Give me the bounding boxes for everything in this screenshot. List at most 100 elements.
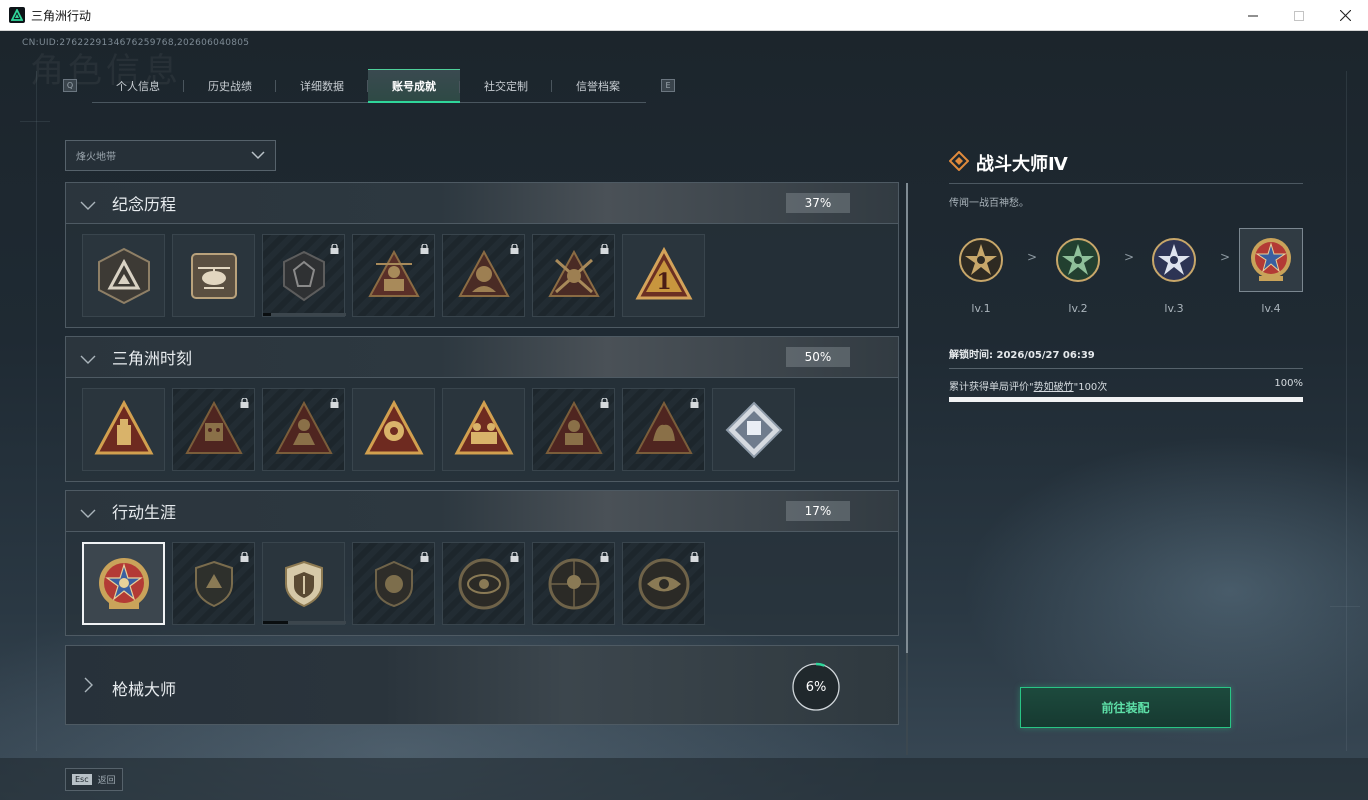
lock-icon	[330, 393, 339, 412]
badge-slot[interactable]	[352, 542, 435, 625]
category-title: 行动生涯	[112, 503, 177, 522]
tab-credit[interactable]: 信誉档案	[552, 69, 644, 102]
badge-grid	[82, 388, 795, 471]
criteria-progress-bar	[949, 397, 1303, 402]
tab-history[interactable]: 历史战绩	[184, 69, 276, 102]
badge-slot[interactable]	[532, 234, 615, 317]
soldier-badge-icon	[367, 249, 420, 297]
level-label: lv.1	[971, 302, 991, 315]
badge-slot[interactable]	[262, 542, 346, 625]
level-2-medal[interactable]	[1046, 228, 1110, 292]
level-4-medal[interactable]	[1239, 228, 1303, 292]
lock-icon	[240, 393, 249, 412]
badge-slot[interactable]	[352, 234, 435, 317]
crossed-rifles-badge-icon	[547, 249, 600, 297]
decorative-line	[1346, 71, 1347, 751]
star-medal-icon	[1056, 238, 1100, 282]
decorative-line	[36, 71, 37, 751]
category-percent: 37%	[786, 193, 850, 213]
badge-progress-bar	[263, 621, 346, 624]
flashdrive-badge-icon	[93, 399, 154, 454]
category-header-delta-moments[interactable]: 三角洲时刻 50%	[65, 336, 899, 378]
level-separator: >	[1220, 250, 1231, 264]
badge-slot[interactable]	[442, 542, 525, 625]
maximize-button[interactable]	[1276, 0, 1322, 31]
crystal-cube-badge-icon	[725, 401, 782, 458]
progress-fill	[263, 313, 272, 316]
shield-claw-badge-icon	[194, 560, 233, 607]
scrollbar-thumb[interactable]	[906, 183, 908, 653]
badge-slot[interactable]	[172, 542, 255, 625]
go-equip-button[interactable]: 前往装配	[1020, 687, 1231, 728]
category-header-memorial[interactable]: 纪念历程 37%	[65, 182, 899, 224]
level-label: lv.2	[1068, 302, 1088, 315]
mode-dropdown[interactable]: 烽火地带	[65, 140, 276, 171]
crest-badge-icon	[282, 250, 325, 301]
lock-icon	[420, 239, 429, 258]
skull-target-badge-icon	[548, 558, 599, 609]
badge-slot[interactable]	[172, 388, 255, 471]
badge-slot[interactable]	[622, 388, 705, 471]
criteria-prefix: 累计获得单局评价"	[949, 382, 1034, 393]
badge-slot[interactable]	[352, 388, 435, 471]
badge-slot[interactable]	[82, 388, 165, 471]
tab-next-key-hint[interactable]: E	[661, 79, 675, 92]
triangle-logo-badge-icon	[97, 247, 150, 304]
badge-slot-selected[interactable]	[82, 542, 165, 625]
chevron-down-icon	[80, 196, 96, 215]
badge-slot[interactable]	[442, 388, 525, 471]
close-button[interactable]	[1322, 0, 1368, 31]
badge-slot[interactable]: 1	[622, 234, 705, 317]
achievement-description: 传闻一战百神愁。	[949, 198, 1029, 209]
level-3-medal[interactable]	[1142, 228, 1206, 292]
badge-grid: 1	[82, 234, 705, 317]
tab-prev-key-hint[interactable]: Q	[63, 79, 77, 92]
badge-slot[interactable]	[532, 542, 615, 625]
category-header-gun-master[interactable]: 枪械大师 6%	[65, 645, 899, 725]
window-titlebar: 三角洲行动	[0, 0, 1368, 31]
star-medal-icon	[1152, 238, 1196, 282]
team-badge-icon	[453, 399, 514, 454]
back-button[interactable]: Esc 返回	[65, 768, 123, 791]
category-title: 三角洲时刻	[112, 349, 193, 368]
app-logo-icon	[9, 7, 25, 23]
commander-badge-icon	[457, 249, 510, 297]
badge-slot[interactable]	[532, 388, 615, 471]
tab-detailed-data[interactable]: 详细数据	[276, 69, 368, 102]
footer-bar	[0, 758, 1368, 800]
criteria-suffix: "100次	[1073, 382, 1108, 393]
lock-icon	[690, 547, 699, 566]
badge-slot[interactable]	[262, 388, 345, 471]
lock-icon	[330, 239, 339, 258]
window-title: 三角洲行动	[31, 8, 92, 23]
lock-icon	[600, 547, 609, 566]
badge-slot[interactable]	[82, 234, 165, 317]
tab-personal-info[interactable]: 个人信息	[92, 69, 184, 102]
badge-slot[interactable]	[172, 234, 255, 317]
tab-achievements[interactable]: 账号成就	[368, 69, 460, 103]
category-title: 纪念历程	[112, 195, 177, 214]
badge-slot[interactable]	[622, 542, 705, 625]
achievement-levels: > > > lv.1 lv.2 lv.3 lv.4	[949, 228, 1303, 322]
star-medal-badge-icon	[98, 557, 149, 609]
criteria-percent: 100%	[1274, 378, 1303, 389]
beast-badge-icon	[634, 400, 693, 454]
level-separator: >	[1027, 250, 1038, 264]
mode-dropdown-value: 烽火地带	[76, 152, 116, 163]
minimize-button[interactable]	[1230, 0, 1276, 31]
level-label: lv.3	[1164, 302, 1184, 315]
badge-slot[interactable]	[442, 234, 525, 317]
tab-social[interactable]: 社交定制	[460, 69, 552, 102]
eye-badge-icon	[638, 558, 689, 609]
badge-slot[interactable]	[712, 388, 795, 471]
divider	[949, 183, 1303, 184]
level-1-medal[interactable]	[949, 228, 1013, 292]
divider	[949, 368, 1303, 369]
robot-badge-icon	[184, 400, 243, 454]
fighter-badge-icon	[544, 400, 603, 454]
category-percent: 6%	[805, 679, 827, 695]
lock-icon	[690, 393, 699, 412]
category-header-career[interactable]: 行动生涯 17%	[65, 490, 899, 532]
badge-slot[interactable]	[262, 234, 346, 317]
badge-progress-bar	[263, 313, 346, 316]
